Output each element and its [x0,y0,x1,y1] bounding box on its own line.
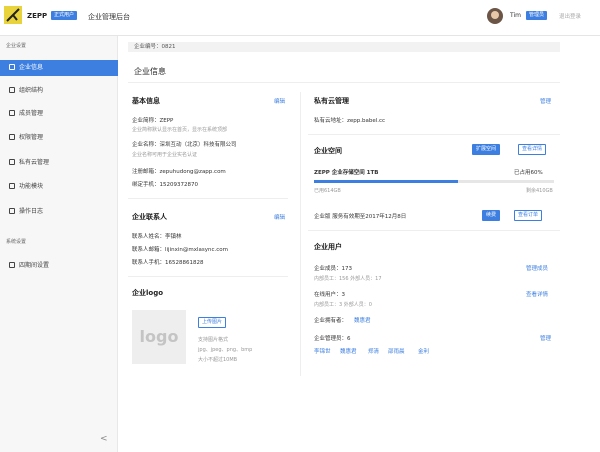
sidebar-item-private-cloud[interactable]: 私有云管理 [0,155,118,171]
grid-icon [9,183,15,189]
logout-link[interactable]: 退出登录 [559,12,581,20]
storage-progress-fill [314,180,458,183]
section-divider [128,276,288,277]
online-detail-link[interactable]: 查看详情 [526,290,548,298]
logo-format-list: jpg、jpeg、png、bmp [198,347,253,353]
sidebar-item-label: 成员管理 [19,110,44,117]
admin-name-link[interactable]: 郑清 [368,347,379,355]
title-divider [128,82,560,83]
section-divider [308,134,560,135]
brand-name: ZEPP [27,12,48,20]
contact-phone: 联系人手机：16528861828 [132,260,204,266]
contact-email: 联系人邮箱：lijinxin@mxlasync.com [132,247,229,253]
sidebar-item-label: 操作日志 [19,208,44,215]
logo-placeholder: logo [132,310,186,364]
section-divider [128,198,288,199]
renew-button[interactable]: 续费 [482,210,501,221]
owner-name-link[interactable]: 魏惠君 [354,316,371,324]
owner-label: 企业拥有者： [314,318,348,324]
sidebar-item-label: 四期间设置 [19,262,50,269]
app-title: 企业管理后台 [88,13,130,21]
private-cloud-address: 私有云地址：zepp.babel.cc [314,118,386,124]
building-icon [9,64,15,70]
avatar[interactable] [487,8,503,24]
logo-title: 企业logo [132,289,164,297]
admin-name-link[interactable]: 金利 [418,347,429,355]
private-cloud-title: 私有云管理 [314,97,349,105]
online-count: 在线用户：3 [314,292,345,298]
lock-icon [9,134,15,140]
storage-left: 剩余410GB [526,188,553,194]
contact-title: 企业联系人 [132,213,167,221]
top-bar: ZEPP 正式用户 企业管理后台 Tim 管理员 退出登录 [0,0,600,36]
sidebar-item-members[interactable]: 成员管理 [0,106,118,122]
basic-info-edit-link[interactable]: 编辑 [274,97,285,105]
upload-image-button[interactable]: 上传图片 [198,317,227,328]
users-icon [9,110,15,116]
storage-used-percent: 已占用60% [514,170,543,176]
manage-members-link[interactable]: 管理成员 [526,264,548,272]
storage-used: 已用614GB [314,188,341,194]
sidebar-item-label: 私有云管理 [19,159,50,166]
contact-edit-link[interactable]: 编辑 [274,213,285,221]
full-name: 企业名称：深圳互动（北京）科技有限公司 [132,142,237,148]
sidebar-item-enterprise-info[interactable]: 企业信息 [0,60,118,76]
view-orders-button[interactable]: 查看订单 [514,210,543,221]
admin-name-link[interactable]: 魏惠君 [340,347,357,355]
sidebar-group-system: 系统设置 [6,239,27,245]
zepp-logo-icon[interactable] [4,6,22,24]
gear-icon [9,262,15,268]
contact-name: 联系人姓名：李镇林 [132,234,182,240]
sidebar-item-label: 功能模块 [19,183,44,190]
column-divider [300,92,301,376]
member-breakdown: 内部员工：156 外部人员：17 [314,276,382,282]
online-breakdown: 内部员工：3 外部人员：0 [314,302,372,308]
sidebar-group-enterprise: 企业设置 [6,43,27,49]
collapse-sidebar-icon[interactable]: < [100,434,108,444]
sidebar-item-label: 权限管理 [19,134,44,141]
sidebar-item-label: 组织结构 [19,87,44,94]
storage-progress-bar [314,180,554,183]
log-icon [9,208,15,214]
sidebar-item-organization[interactable]: 组织结构 [0,83,118,99]
manage-admins-link[interactable]: 管理 [540,334,551,342]
private-cloud-manage-link[interactable]: 管理 [540,97,551,105]
member-count: 企业成员：173 [314,266,352,272]
sidebar-item-label: 企业信息 [19,64,44,71]
full-name-hint: 企业名称可用于企业实名认证 [132,152,198,158]
sidebar-item-permissions[interactable]: 权限管理 [0,130,118,146]
short-name-hint: 企业简称默认显示在首页，显示在系统顶部 [132,127,228,133]
service-expiry: 企业版 服务有效期至2017年12月8日 [314,214,407,220]
storage-plan: ZEPP 企业存储空间 1TB [314,170,379,176]
admin-name-link[interactable]: 李锦世 [314,347,331,355]
space-detail-button[interactable]: 查看详情 [518,144,547,155]
sidebar-item-modules[interactable]: 功能模块 [0,179,118,195]
sidebar: 企业设置 企业信息 组织结构 成员管理 权限管理 私有云管理 功能模块 操作日志… [0,36,118,452]
cloud-icon [9,159,15,165]
page-title: 企业信息 [134,67,166,76]
short-name: 企业简称：ZEPP [132,118,174,124]
bound-phone: 绑定手机：15209372870 [132,182,198,188]
sidebar-item-system-settings[interactable]: 四期间设置 [0,258,118,274]
logo-size-hint: 大小不超过10MB [198,357,238,363]
admin-badge: 管理员 [526,11,548,20]
basic-info-title: 基本信息 [132,97,160,105]
admin-name-link[interactable]: 邵雨晨 [388,347,405,355]
account-type-badge: 正式用户 [51,11,78,20]
expand-space-button[interactable]: 扩展空间 [472,144,501,155]
users-title: 企业用户 [314,243,342,251]
main-content: 企业编号：0821 企业信息 基本信息 编辑 企业简称：ZEPP 企业简称默认显… [118,36,600,452]
corp-id-bar: 企业编号：0821 [128,42,560,52]
admin-count: 企业管理员：6 [314,336,351,342]
section-divider [308,230,560,231]
logo-format-hint: 支持图片格式 [198,337,229,343]
register-email: 注册邮箱：zepuhudong@zapp.com [132,169,226,175]
sidebar-item-logs[interactable]: 操作日志 [0,204,118,220]
org-chart-icon [9,87,15,93]
space-title: 企业空间 [314,147,342,155]
user-name[interactable]: Tim [510,12,521,19]
